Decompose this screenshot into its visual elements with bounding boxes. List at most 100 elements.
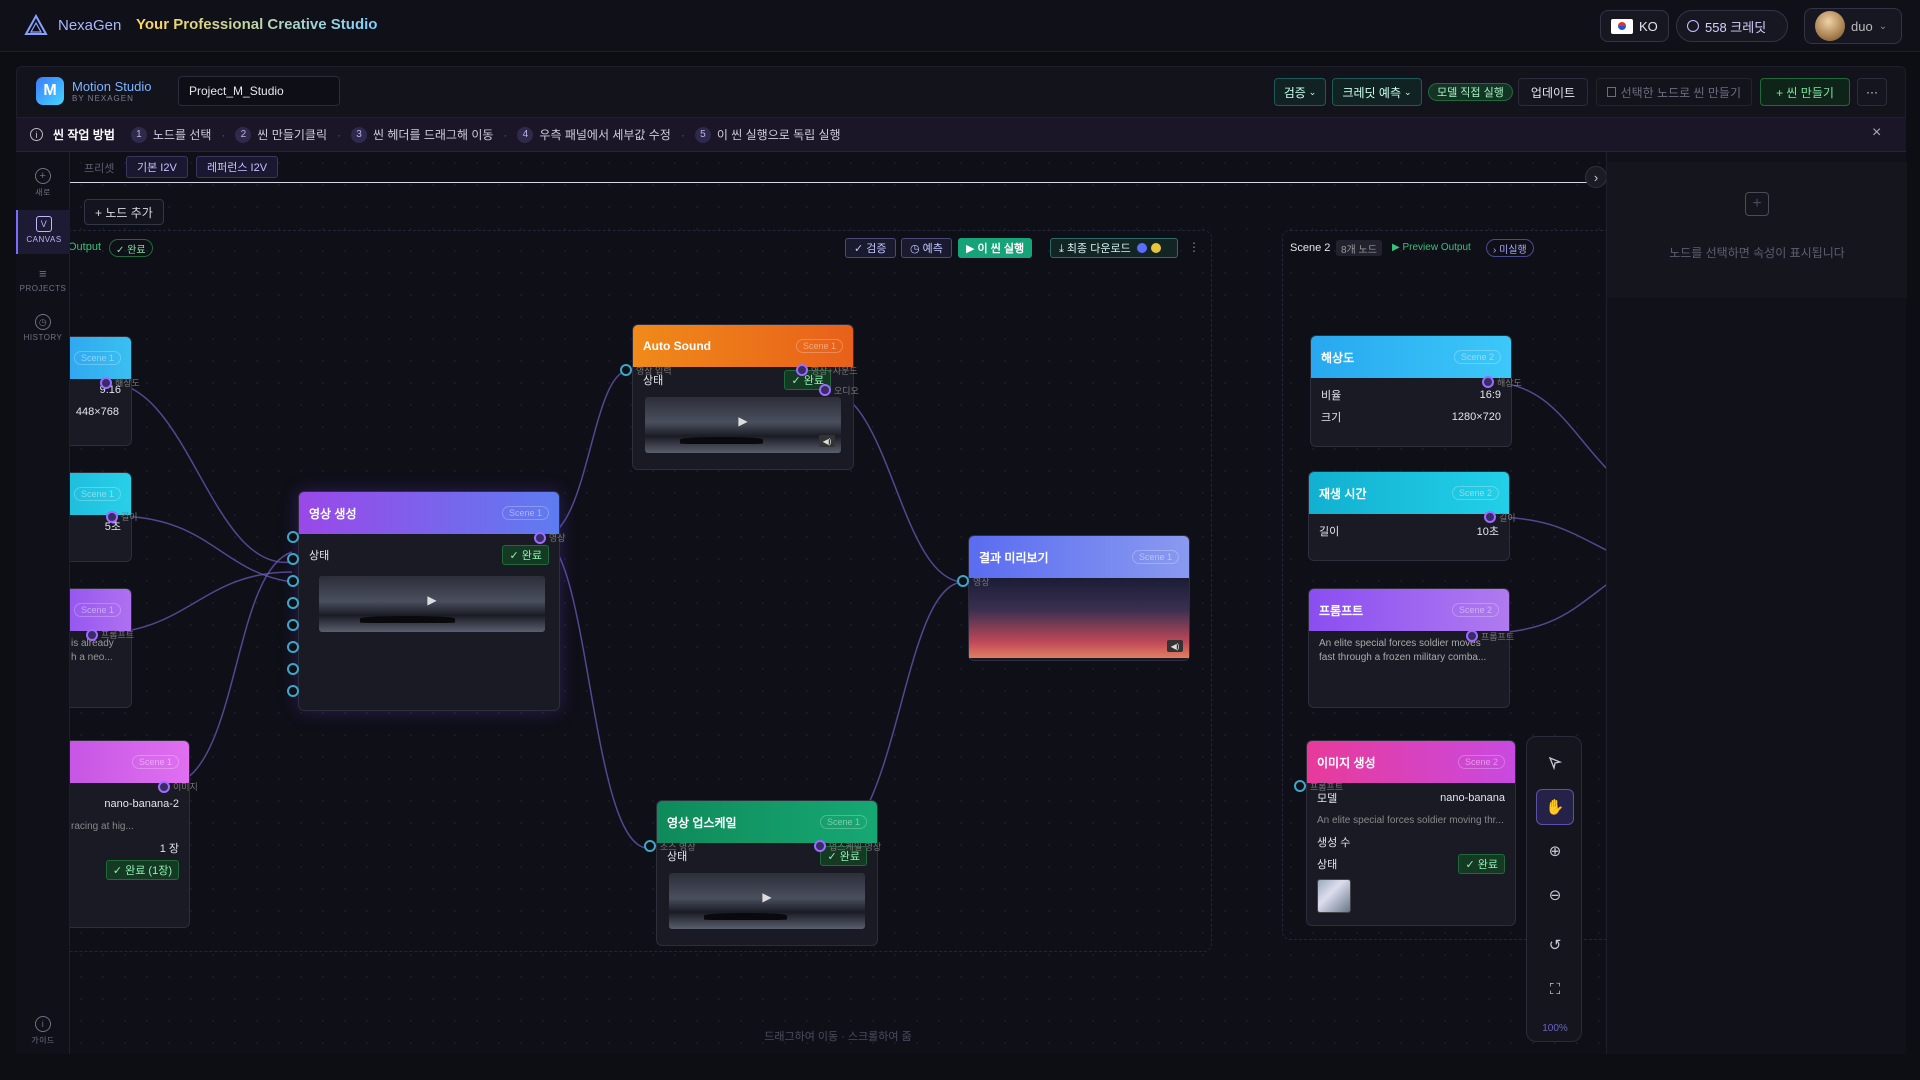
video-thumbnail[interactable]: ▶ xyxy=(669,873,865,929)
port-prompt-in[interactable] xyxy=(1294,780,1306,792)
info-icon: i xyxy=(30,128,43,141)
project-name-input[interactable] xyxy=(178,76,340,106)
speaker-icon: ◀) xyxy=(819,435,835,447)
count-label: 생성 수 xyxy=(1317,837,1351,849)
nav-projects[interactable]: ≡ PROJECTS xyxy=(16,266,70,293)
step-text: 우측 패널에서 세부값 수정 xyxy=(539,128,671,142)
port-duration-out[interactable] xyxy=(1484,511,1496,523)
node-image-gen-scene2[interactable]: 이미지 생성 Scene 2 모델 nano-banana An elite spe… xyxy=(1306,740,1516,926)
preset-reference-i2v[interactable]: 레퍼런스 I2V xyxy=(196,156,279,178)
make-scene-button[interactable]: + 씬 만들기 xyxy=(1760,78,1850,106)
pan-tool[interactable]: ✋ xyxy=(1536,789,1574,825)
port-upscaled-out[interactable] xyxy=(814,840,826,852)
add-node-button[interactable]: + 노드 추가 xyxy=(84,199,164,225)
ratio-label: 비율 xyxy=(1321,390,1342,402)
port-prompt-out[interactable] xyxy=(86,629,98,641)
node-resolution-scene1[interactable]: Scene 1 9:16 448×768 xyxy=(70,336,132,446)
port-duration-out[interactable] xyxy=(106,511,118,523)
port-in[interactable] xyxy=(287,641,299,653)
update-button[interactable]: 업데이트 xyxy=(1518,78,1588,106)
step-separator: · xyxy=(503,127,508,142)
guide-step: 3 씬 헤더를 드래그해 이동 xyxy=(351,126,493,143)
node-resolution-scene2[interactable]: 해상도 Scene 2 비율 16:9 크기 1280×720 xyxy=(1310,335,1512,447)
chevron-down-icon: ⌄ xyxy=(1308,86,1317,97)
port-in[interactable] xyxy=(287,597,299,609)
port-video-in[interactable] xyxy=(957,575,969,587)
node-auto-sound[interactable]: Auto Sound Scene 1 상태 ✓ 완료 ▶ ◀) xyxy=(632,324,854,470)
brand-logo[interactable]: NexaGen xyxy=(24,14,121,36)
node-video-upscale[interactable]: 영상 업스케일 Scene 1 상태 ✓ 완료 ▶ xyxy=(656,800,878,946)
node-title: Auto Sound xyxy=(643,339,711,353)
scene1-estimate-button[interactable]: ◷ 예측 xyxy=(901,238,952,258)
select-tool[interactable] xyxy=(1536,745,1574,781)
port-prompt-out[interactable] xyxy=(1466,630,1478,642)
make-scene-from-selected-button[interactable]: 선택한 노드로 씬 만들기 xyxy=(1596,78,1752,106)
scene1-download-button[interactable]: ⤓ 최종 다운로드 xyxy=(1050,238,1178,258)
scene1-more-icon[interactable]: ⋮ xyxy=(1188,240,1200,254)
zoom-in-button[interactable]: ⊕ xyxy=(1536,833,1574,869)
nav-new-label: 새로 xyxy=(35,188,51,197)
model-direct-run-button[interactable]: 모델 직접 실행 xyxy=(1428,83,1513,101)
scene2-preview-output[interactable]: ▶ Preview Output xyxy=(1392,242,1471,253)
port-source-video-in[interactable] xyxy=(644,840,656,852)
scene-tag: Scene 1 xyxy=(501,506,549,520)
fit-view-button[interactable]: ⛶ xyxy=(1536,971,1574,1007)
node-video-generation[interactable]: 영상 생성 Scene 1 상태 ✓ 완료 ▶ xyxy=(298,491,560,711)
preset-basic-i2v[interactable]: 기본 I2V xyxy=(126,156,188,178)
nav-canvas[interactable]: V CANVAS xyxy=(16,210,70,254)
triangle-logo-icon xyxy=(24,14,48,35)
validate-button[interactable]: 검증 ⌄ xyxy=(1274,78,1326,106)
step-text: 씬 만들기클릭 xyxy=(257,128,327,142)
nav-new[interactable]: + 새로 xyxy=(16,168,70,198)
video-thumbnail[interactable]: ▶ ◀) xyxy=(645,397,841,453)
reset-view-button[interactable]: ↺ xyxy=(1536,927,1574,963)
korea-flag-icon xyxy=(1611,18,1633,34)
port-video-sound-out[interactable] xyxy=(796,364,808,376)
port-label: 영상 xyxy=(549,533,566,543)
port-resolution-out[interactable] xyxy=(100,377,112,389)
guide-step: 5 이 씬 실행으로 독립 실행 xyxy=(694,126,841,143)
language-selector[interactable]: KO xyxy=(1600,10,1669,42)
zoom-out-button[interactable]: ⊖ xyxy=(1536,877,1574,913)
more-options-button[interactable]: ··· xyxy=(1857,78,1887,106)
port-image-out[interactable] xyxy=(158,781,170,793)
credit-estimate-button[interactable]: 크레딧 예측 ⌄ xyxy=(1332,78,1422,106)
port-in[interactable] xyxy=(287,663,299,675)
status-badge: ✓ 완료 xyxy=(502,545,549,565)
node-result-preview[interactable]: 결과 미리보기 Scene 1 ◀) xyxy=(968,535,1190,661)
port-video-out[interactable] xyxy=(534,532,546,544)
port-audio-out[interactable] xyxy=(819,384,831,396)
collapse-panel-button[interactable]: › xyxy=(1585,166,1607,188)
port-video-in[interactable] xyxy=(620,364,632,376)
scene1-validate-button[interactable]: ✓ 검증 xyxy=(845,238,896,258)
port-in[interactable] xyxy=(287,531,299,543)
scene-icon xyxy=(1607,87,1616,97)
port-in[interactable] xyxy=(287,619,299,631)
scene-tag: Scene 1 xyxy=(73,603,121,617)
preview-image[interactable]: ◀) xyxy=(969,578,1189,658)
nav-guide[interactable]: i 가이드 xyxy=(16,1016,70,1046)
app-subtitle: BY NEXAGEN xyxy=(72,94,134,103)
node-image-gen-scene1[interactable]: Scene 1 nano-banana-2 racing at hig... 1… xyxy=(70,740,190,928)
video-thumbnail[interactable]: ▶ xyxy=(319,576,545,632)
port-in[interactable] xyxy=(287,553,299,565)
nav-history[interactable]: ◷ HISTORY xyxy=(16,314,70,342)
duration-label: 길이 xyxy=(1319,526,1340,538)
node-canvas[interactable]: 프리셋 기본 I2V 레퍼런스 I2V + 노드 추가 Output ✓ 완료 … xyxy=(70,152,1606,1054)
node-duration-scene2[interactable]: 재생 시간 Scene 2 길이 10초 xyxy=(1308,471,1510,561)
port-resolution-out[interactable] xyxy=(1482,376,1494,388)
node-prompt-scene1[interactable]: Scene 1 is already h a neo... xyxy=(70,588,132,708)
user-menu[interactable]: duo ⌄ xyxy=(1804,8,1902,44)
scene1-run-button[interactable]: ▶ 이 씬 실행 xyxy=(958,238,1033,258)
credits-badge[interactable]: 558 크레딧 xyxy=(1676,10,1788,42)
plus-circle-icon: + xyxy=(35,168,51,184)
port-in[interactable] xyxy=(287,575,299,587)
step-number: 3 xyxy=(351,126,367,143)
prompt-text: An elite special forces soldier moves fa… xyxy=(1319,638,1487,663)
generated-image-thumbnail[interactable] xyxy=(1317,879,1351,913)
close-guide-button[interactable]: × xyxy=(1872,124,1881,142)
node-prompt-scene2[interactable]: 프롬프트 Scene 2 An elite special forces sold… xyxy=(1308,588,1510,708)
port-in[interactable] xyxy=(287,685,299,697)
guide-title: 씬 작업 방법 xyxy=(53,128,115,142)
step-number: 1 xyxy=(130,126,147,143)
